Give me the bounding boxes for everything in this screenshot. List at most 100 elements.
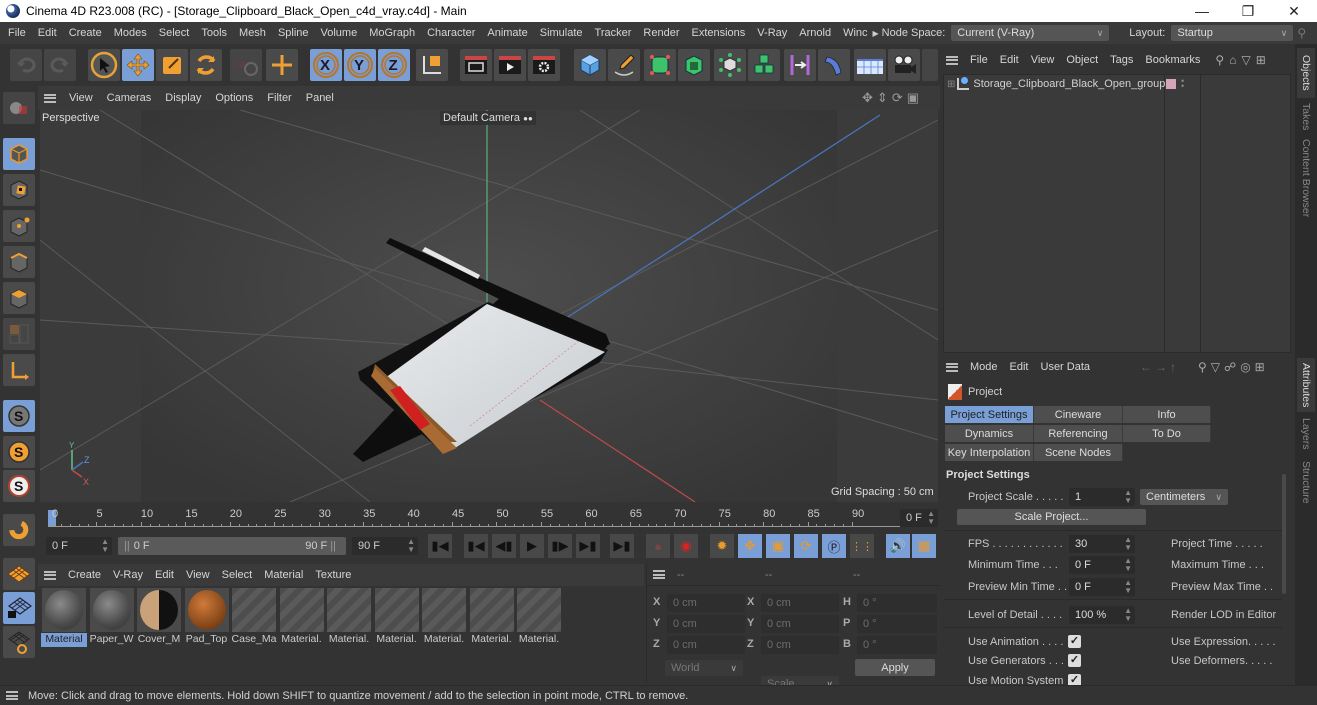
keyframe-selection-button[interactable]: ✹ xyxy=(710,534,734,558)
coordinate-field[interactable]: 0 cm xyxy=(761,636,839,654)
search-icon[interactable]: ⚲ xyxy=(1297,26,1306,40)
forward-arrow-icon[interactable]: → xyxy=(1155,360,1170,374)
viewport-menu-view[interactable]: View xyxy=(62,92,100,104)
menu-character[interactable]: Character xyxy=(421,27,481,39)
vertical-scrollbar[interactable] xyxy=(1282,474,1286,594)
attribute-menu-user-data[interactable]: User Data xyxy=(1035,361,1097,373)
coordinate-field[interactable]: 0 ° xyxy=(857,615,937,633)
material-thumbnail[interactable] xyxy=(327,588,371,632)
viewport-menu-display[interactable]: Display xyxy=(158,92,208,104)
axis-mode-icon[interactable] xyxy=(3,354,35,386)
material-thumbnail[interactable] xyxy=(89,588,134,632)
hamburger-menu-icon[interactable] xyxy=(946,362,958,372)
material-thumbnail[interactable] xyxy=(374,588,419,632)
search-icon[interactable]: ⚲ xyxy=(1215,53,1229,67)
attribute-tab[interactable]: Project Settings xyxy=(945,406,1034,423)
menu-animate[interactable]: Animate xyxy=(481,27,533,39)
menu-file[interactable]: File xyxy=(2,27,32,39)
play-button[interactable]: ▶ xyxy=(520,534,544,558)
material-menu-vray[interactable]: V-Ray xyxy=(107,569,149,581)
key-scale-button[interactable]: ▣ xyxy=(766,534,790,558)
material-label[interactable]: Material. xyxy=(279,633,325,647)
current-frame-field[interactable]: 0 F ▲ ▼ xyxy=(900,509,938,527)
previous-key-button[interactable]: ▮◀ xyxy=(464,534,488,558)
move-icon[interactable] xyxy=(122,49,154,81)
material-thumbnail[interactable] xyxy=(232,588,276,632)
tab-objects[interactable]: Objects xyxy=(1297,48,1315,98)
minimize-button[interactable]: — xyxy=(1179,0,1225,22)
menu-select[interactable]: Select xyxy=(153,27,196,39)
cube-icon[interactable] xyxy=(574,49,606,81)
viewport-menu-filter[interactable]: Filter xyxy=(260,92,298,104)
hamburger-menu-icon[interactable] xyxy=(44,570,56,580)
sound-button[interactable]: 🔊 xyxy=(886,534,910,558)
object-menu-view[interactable]: View xyxy=(1025,54,1061,66)
object-menu-bookmarks[interactable]: Bookmarks xyxy=(1139,54,1209,66)
node-space-dropdown[interactable]: Current (V-Ray) ∨ xyxy=(951,25,1110,41)
menu-extensions[interactable]: Extensions xyxy=(685,27,751,39)
coordinate-field[interactable]: 0 ° xyxy=(857,594,937,612)
menu-spline[interactable]: Spline xyxy=(272,27,315,39)
spinner-icon[interactable]: ▲ ▼ xyxy=(407,538,415,554)
material-label[interactable]: Paper_W xyxy=(89,633,135,647)
cloner-icon[interactable] xyxy=(714,49,746,81)
material-menu-create[interactable]: Create xyxy=(62,569,107,581)
visibility-dots-icon[interactable]: • • xyxy=(1181,77,1184,91)
coordinate-field[interactable]: 0 cm xyxy=(667,594,745,612)
spinner-icon[interactable]: ▲ ▼ xyxy=(1124,557,1132,573)
menu-edit[interactable]: Edit xyxy=(32,27,63,39)
object-row[interactable]: ⊞ Storage_Clipboard_Black_Open_group • • xyxy=(944,75,1290,93)
attribute-tab[interactable]: Referencing xyxy=(1034,425,1123,442)
tab-content-browser[interactable]: Content Browser xyxy=(1297,136,1315,220)
filter-icon[interactable]: ▽ xyxy=(1241,53,1255,67)
polygons-mode-icon[interactable] xyxy=(3,282,35,314)
material-thumbnail[interactable] xyxy=(184,588,229,632)
rotate-icon[interactable] xyxy=(190,49,222,81)
object-menu-object[interactable]: Object xyxy=(1060,54,1104,66)
tab-takes[interactable]: Takes xyxy=(1297,100,1315,134)
spinner-icon[interactable]: ▲ ▼ xyxy=(101,538,109,554)
preview-min-time-field[interactable]: 0 F ▲ ▼ xyxy=(1069,578,1135,596)
layout-dropdown[interactable]: Startup ∨ xyxy=(1171,25,1294,41)
planar-workplane-icon[interactable] xyxy=(3,626,35,658)
material-label[interactable]: Case_Ma xyxy=(231,633,277,647)
menu-mesh[interactable]: Mesh xyxy=(233,27,272,39)
next-frame-button[interactable]: ▮▶ xyxy=(548,534,572,558)
model-mode-icon[interactable] xyxy=(3,138,35,170)
locked-workplane-icon[interactable] xyxy=(3,592,35,624)
snap-icon[interactable] xyxy=(3,514,35,546)
menu-render[interactable]: Render xyxy=(637,27,685,39)
coordinate-system-icon[interactable] xyxy=(416,49,448,81)
maximize-view-icon[interactable]: ▣ xyxy=(907,90,923,105)
dolly-view-icon[interactable]: ⇕ xyxy=(877,90,892,105)
next-key-button[interactable]: ▶▮ xyxy=(576,534,600,558)
use-generators-checkbox[interactable]: ✓ xyxy=(1068,654,1081,667)
spinner-icon[interactable]: ▲ ▼ xyxy=(1124,489,1132,505)
camera-name-label[interactable]: Default Camera ●● xyxy=(440,111,536,125)
pen-icon[interactable] xyxy=(608,49,640,81)
material-label[interactable]: Cover_M xyxy=(136,633,182,647)
layer-color-swatch[interactable] xyxy=(1166,79,1176,89)
project-scale-field[interactable]: 1 ▲ ▼ xyxy=(1069,488,1135,506)
scale-icon[interactable] xyxy=(156,49,188,81)
material-label[interactable]: Material. xyxy=(421,633,467,647)
material-label[interactable]: Material. xyxy=(469,633,515,647)
object-menu-file[interactable]: File xyxy=(964,54,994,66)
z-axis-icon[interactable]: Z xyxy=(378,49,410,81)
extrude-icon[interactable] xyxy=(678,49,710,81)
symmetry-icon[interactable] xyxy=(784,49,816,81)
menu-tracker[interactable]: Tracker xyxy=(589,27,638,39)
preview-range-slider[interactable]: || 0 F 90 F || xyxy=(118,537,346,555)
menu-simulate[interactable]: Simulate xyxy=(534,27,589,39)
hamburger-menu-icon[interactable] xyxy=(6,691,18,700)
key-rotation-button[interactable]: ⟳ xyxy=(794,534,818,558)
key-pla-button[interactable]: ⋮⋮ xyxy=(850,534,874,558)
coordinate-field[interactable]: 0 cm xyxy=(761,594,839,612)
material-label[interactable]: Material. xyxy=(516,633,562,647)
material-thumbnail[interactable] xyxy=(42,588,86,632)
go-to-start-button[interactable]: ▮◀ xyxy=(428,534,452,558)
autokeying-button[interactable]: ◉ xyxy=(674,534,698,558)
edges-mode-icon[interactable] xyxy=(3,246,35,278)
object-name[interactable]: Storage_Clipboard_Black_Open_group xyxy=(973,78,1165,90)
home-icon[interactable]: ⌂ xyxy=(1229,53,1241,67)
